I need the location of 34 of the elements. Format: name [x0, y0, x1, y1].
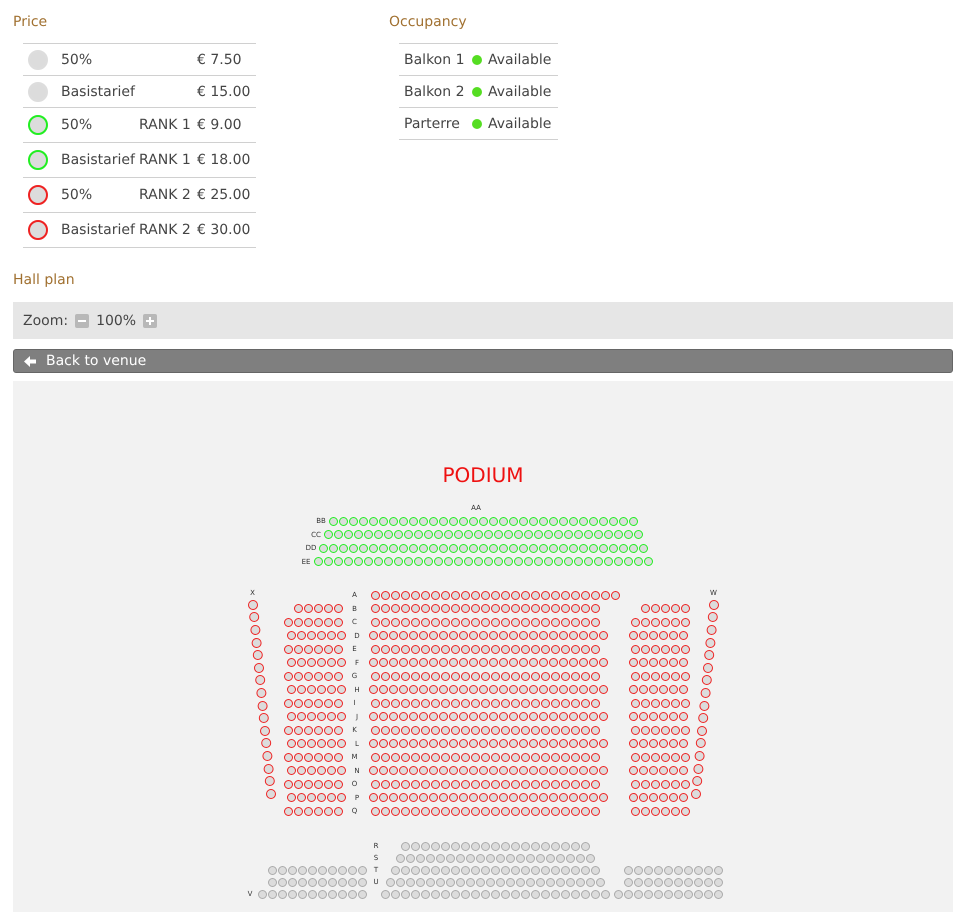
price-value: € 15.00: [197, 84, 250, 100]
tariff-name: Basistarief: [61, 84, 136, 100]
minus-icon: [78, 320, 86, 322]
status-text: Available: [488, 116, 552, 132]
tariff-name: 50%: [61, 117, 94, 133]
status-text: Available: [488, 52, 552, 68]
price-value: € 18.00: [197, 152, 250, 168]
back-button[interactable]: Back to venue: [13, 349, 953, 373]
stage-label: PODIUM: [442, 463, 524, 487]
tariff-name: 50%: [61, 187, 94, 203]
price-value: € 30.00: [197, 222, 250, 238]
zoom-value: 100%: [96, 312, 136, 328]
rank-label: RANK 2: [139, 187, 191, 203]
hall-name: Parterre: [404, 116, 461, 132]
zoom-out-button[interactable]: [75, 314, 90, 328]
arrow-left-icon: [24, 356, 36, 366]
price-value: € 7.50: [197, 52, 242, 68]
price-value: € 25.00: [197, 187, 250, 203]
status-text: Available: [488, 84, 552, 100]
tariff-name: Basistarief: [61, 152, 136, 168]
section-heading: Occupancy: [389, 13, 468, 32]
zoom-in-button[interactable]: [143, 314, 158, 328]
price-value: € 9.00: [197, 117, 242, 133]
plus-icon: [146, 316, 154, 324]
zoom-label: Zoom:: [23, 312, 68, 328]
rank-label: RANK 1: [139, 152, 191, 168]
rank-label: RANK 2: [139, 222, 191, 238]
section-heading: Price: [13, 13, 48, 32]
hall-name: Balkon 1: [404, 52, 464, 68]
hall-name: Balkon 2: [404, 84, 464, 100]
section-heading: Hall plan: [13, 271, 76, 290]
tariff-name: Basistarief: [61, 222, 136, 238]
rank-label: RANK 1: [139, 117, 191, 133]
tariff-name: 50%: [61, 52, 94, 68]
